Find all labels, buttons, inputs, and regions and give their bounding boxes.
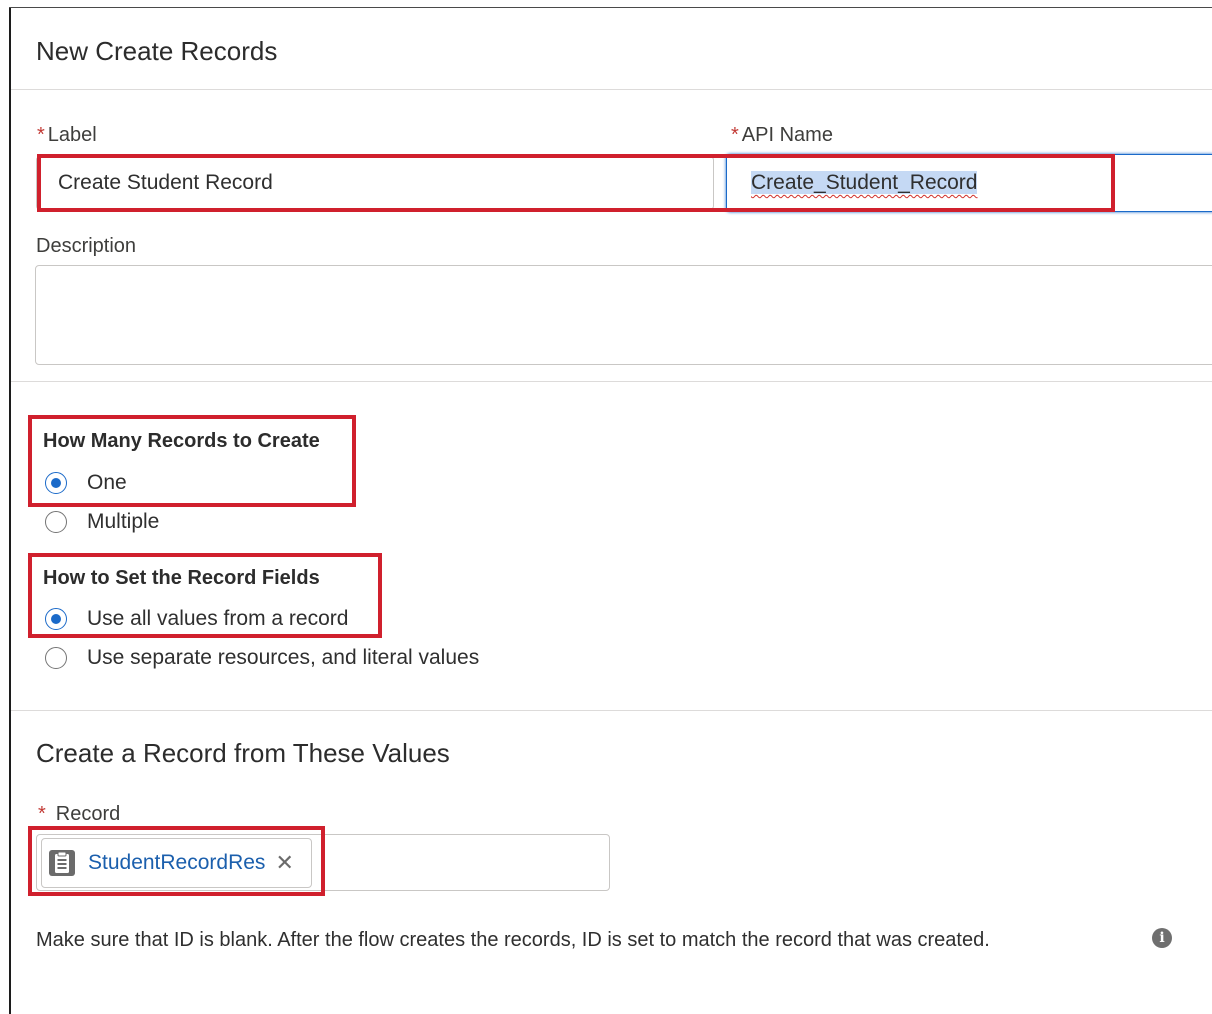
section-divider-2 [11, 710, 1212, 711]
radio-option-use-separate-resources[interactable]: Use separate resources, and literal valu… [45, 646, 479, 670]
radio-option-use-all-values[interactable]: Use all values from a record [45, 607, 348, 631]
label-input[interactable]: Create Student Record [36, 156, 714, 210]
api-name-input-value: Create_Student_Record [751, 171, 978, 195]
modal-title: New Create Records [36, 36, 278, 66]
record-resource-icon [49, 850, 75, 876]
modal-frame-left-border [9, 7, 11, 1014]
radio-label-one: One [87, 471, 127, 494]
close-icon[interactable]: ✕ [275, 852, 293, 874]
required-marker: * [37, 124, 45, 146]
label-field-label: * Label [37, 124, 97, 147]
info-icon[interactable]: i [1152, 928, 1172, 948]
api-name-field-label: * API Name [731, 124, 833, 147]
radio-option-one[interactable]: One [45, 471, 127, 495]
label-input-value: Create Student Record [58, 171, 273, 194]
how-many-title: How Many Records to Create [43, 430, 320, 452]
radio-label-use-all-values: Use all values from a record [87, 607, 349, 630]
section-divider-1 [11, 381, 1212, 382]
radio-label-multiple: Multiple [87, 510, 160, 533]
help-text: Make sure that ID is blank. After the fl… [36, 929, 990, 951]
radio-button-checked[interactable] [45, 472, 67, 494]
record-field-label: * Record [38, 803, 120, 826]
description-field-label: Description [36, 235, 137, 257]
radio-button-unchecked[interactable] [45, 511, 67, 533]
record-section-title: Create a Record from These Values [36, 738, 450, 768]
api-name-selected-text: Create_Student_Record [751, 171, 978, 194]
label-field-label-text: Label [47, 124, 97, 146]
record-pill-label: StudentRecordRes [88, 851, 266, 874]
api-name-input[interactable]: Create_Student_Record [726, 154, 1212, 212]
record-pill[interactable]: StudentRecordRes ✕ [41, 838, 312, 888]
record-field-label-text: Record [55, 803, 121, 825]
modal-frame-top-border [9, 7, 1212, 8]
radio-button-unchecked[interactable] [45, 647, 67, 669]
required-marker: * [38, 803, 46, 825]
how-to-set-title: How to Set the Record Fields [43, 567, 320, 589]
header-divider [11, 89, 1212, 90]
radio-label-use-separate-resources: Use separate resources, and literal valu… [87, 646, 480, 669]
required-marker: * [731, 124, 739, 146]
radio-option-multiple[interactable]: Multiple [45, 510, 159, 534]
radio-button-checked[interactable] [45, 608, 67, 630]
description-textarea[interactable] [35, 265, 1212, 365]
api-name-field-label-text: API Name [741, 124, 833, 146]
